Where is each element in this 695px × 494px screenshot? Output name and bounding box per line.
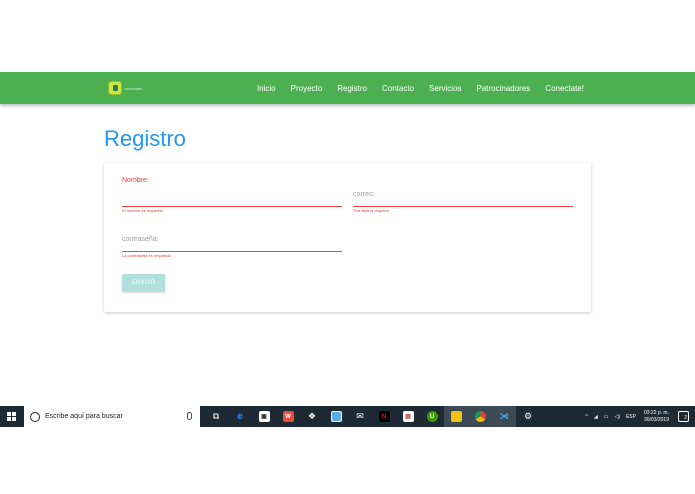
notification-center-icon[interactable]: 2: [678, 411, 689, 422]
calculator-icon[interactable]: ▤: [396, 406, 420, 427]
dropbox-icon[interactable]: ❖: [300, 406, 324, 427]
netflix-icon[interactable]: N: [372, 406, 396, 427]
site-logo[interactable]: conectate: [108, 81, 152, 95]
page-title: Registro: [104, 126, 186, 151]
taskbar-search-box[interactable]: Escribe aquí para buscar: [24, 406, 200, 427]
contrasena-label: contraseña:: [122, 236, 159, 243]
chrome-icon[interactable]: [468, 406, 492, 427]
registration-card: Nombre: El nombre es requerido correo: T…: [104, 163, 591, 312]
language-indicator[interactable]: ESP: [626, 414, 636, 420]
nombre-error: El nombre es requerido: [122, 208, 164, 213]
nav-link-conectate[interactable]: Conectate!: [545, 84, 584, 93]
logo-text: conectate: [125, 85, 143, 91]
correo-underline: [353, 206, 573, 207]
taskbar-search-placeholder: Escribe aquí para buscar: [45, 413, 123, 420]
enviar-button[interactable]: ENVIAR: [122, 274, 165, 292]
nav-link-proyecto[interactable]: Proyecto: [291, 84, 323, 93]
contrasena-field[interactable]: contraseña: La contraseña es requerida: [122, 236, 342, 262]
nav-link-inicio[interactable]: Inicio: [257, 84, 276, 93]
settings-gear-icon[interactable]: ⚙: [516, 406, 540, 427]
volume-icon[interactable]: ◁): [614, 414, 620, 420]
vscode-icon[interactable]: ⋊: [492, 406, 516, 427]
file-explorer-icon[interactable]: [444, 406, 468, 427]
nav-links: Inicio Proyecto Registro Contacto Servic…: [242, 72, 584, 104]
cortana-circle-icon: [30, 411, 40, 422]
taskbar-clock[interactable]: 03:22 p. m. 30/03/2019: [644, 410, 669, 424]
screen: conectate Inicio Proyecto Registro Conta…: [0, 0, 695, 494]
windows-start-icon[interactable]: [7, 412, 16, 421]
edge-icon[interactable]: e: [228, 406, 252, 427]
store-icon[interactable]: ▣: [252, 406, 276, 427]
windows-taskbar: Escribe aquí para buscar ⧉ e ▣ W ❖ ✉ N ▤…: [0, 406, 695, 427]
navbar: conectate Inicio Proyecto Registro Conta…: [0, 72, 695, 104]
photos-icon[interactable]: [324, 406, 348, 427]
logo-icon: [108, 81, 122, 95]
contrasena-underline: [122, 251, 342, 252]
correo-field[interactable]: correo: This field is required: [353, 191, 573, 217]
battery-icon[interactable]: ▭: [604, 414, 609, 420]
nav-link-servicios[interactable]: Servicios: [429, 84, 461, 93]
correo-label: correo:: [353, 191, 375, 198]
microphone-icon[interactable]: [187, 412, 192, 420]
network-icon[interactable]: ◢: [594, 414, 598, 420]
nombre-label: Nombre:: [122, 177, 149, 184]
task-view-icon[interactable]: ⧉: [204, 406, 228, 427]
mail-icon[interactable]: ✉: [348, 406, 372, 427]
correo-error: This field is required: [353, 208, 389, 213]
contrasena-error: La contraseña es requerida: [122, 253, 171, 258]
nombre-underline: [122, 206, 342, 207]
system-tray: ^ ◢ ▭ ◁) ESP 03:22 p. m. 30/03/2019: [579, 406, 669, 427]
taskbar-apps: ⧉ e ▣ W ❖ ✉ N ▤ U ⋊ ⚙: [204, 406, 540, 427]
nav-link-contacto[interactable]: Contacto: [382, 84, 414, 93]
nav-link-registro[interactable]: Registro: [337, 84, 367, 93]
upwork-icon[interactable]: U: [420, 406, 444, 427]
notification-count: 2: [684, 415, 687, 421]
nombre-field[interactable]: Nombre: El nombre es requerido: [122, 177, 342, 217]
nav-link-patrocinadores[interactable]: Patrocinadores: [476, 84, 530, 93]
clock-date: 30/03/2019: [643, 416, 669, 423]
office-icon[interactable]: W: [276, 406, 300, 427]
tray-chevron-icon[interactable]: ^: [585, 414, 587, 420]
clock-time: 03:22 p. m.: [643, 409, 669, 416]
